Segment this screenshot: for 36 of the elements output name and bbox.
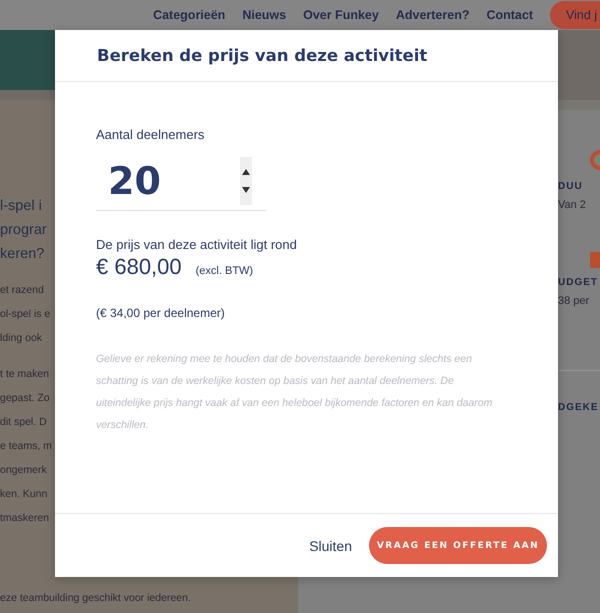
close-button[interactable]: Sluiten bbox=[309, 538, 352, 554]
price-note: (excl. BTW) bbox=[196, 265, 254, 277]
quantity-input[interactable]: 20 bbox=[96, 159, 228, 203]
reviews-label: DGEKE bbox=[558, 401, 600, 415]
heading-fragment: prograr bbox=[0, 221, 47, 240]
nav-link[interactable]: Adverteren? bbox=[396, 8, 470, 22]
budget-label: UDGET bbox=[558, 276, 599, 290]
nav-link[interactable]: Nieuws bbox=[242, 8, 286, 22]
text-fragment: et razend bbox=[0, 283, 44, 298]
text-fragment: ol-spel is e bbox=[0, 307, 50, 322]
price-intro: De prijs van deze activiteit ligt rond bbox=[96, 237, 298, 252]
request-quote-button[interactable]: VRAAG EEN OFFERTE AAN bbox=[369, 527, 547, 564]
stepper-icon[interactable] bbox=[240, 157, 252, 205]
disclaimer-text: Gelieve er rekening mee te houden dat de bovenstaande berekening slechts een schatting is van de werkelijke kosten op basis van het aantal deelnemers. De uiteindelijke prijs hangt vaak af van een heleboel bijkomende factoren en kan daarom verschillen. bbox=[96, 352, 494, 433]
nav-link[interactable]: Over Funkey bbox=[303, 8, 379, 22]
text-fragment: t te maken bbox=[0, 367, 50, 382]
duration-label: DUU bbox=[558, 180, 584, 194]
text-fragment: tmaskeren bbox=[0, 511, 50, 526]
per-person-price: (€ 34,00 per deelnemer) bbox=[96, 306, 226, 320]
budget-value: 38 per bbox=[558, 294, 590, 309]
modal-title: Bereken de prijs van deze activiteit bbox=[97, 46, 428, 65]
heading-fragment: keren? bbox=[0, 245, 44, 264]
body-text: eze teambuilding geschikt voor iedereen. bbox=[0, 591, 191, 606]
text-fragment: e teams, m bbox=[0, 439, 52, 454]
text-fragment: ongemerk bbox=[0, 463, 47, 478]
text-fragment: gepast. Zo bbox=[0, 391, 50, 406]
duration-value: Van 2 bbox=[558, 198, 587, 213]
heading-fragment: l-spel i bbox=[0, 197, 42, 216]
nav-link[interactable]: Categorieën bbox=[153, 8, 226, 22]
field-label: Aantal deelnemers bbox=[96, 127, 206, 142]
cta-button[interactable]: Vind j bbox=[550, 1, 600, 29]
nav-link[interactable]: Contact bbox=[486, 8, 533, 22]
price-amount: € 680,00 bbox=[96, 254, 182, 280]
text-fragment: ken. Kunn bbox=[0, 487, 48, 502]
text-fragment: lding ook bbox=[0, 331, 42, 346]
text-fragment: dit spel. D bbox=[0, 415, 47, 430]
